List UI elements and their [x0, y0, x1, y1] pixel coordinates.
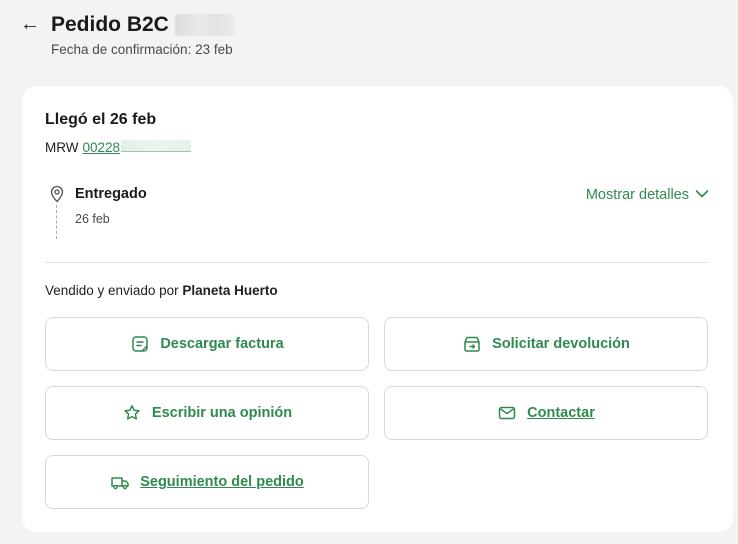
contact-button[interactable]: Contactar	[384, 386, 708, 440]
page-title: Pedido B2C	[51, 13, 169, 36]
chevron-down-icon	[695, 187, 709, 203]
carrier-row: MRW 00228	[45, 140, 192, 155]
back-button[interactable]: ←	[20, 12, 40, 36]
request-return-button[interactable]: Solicitar devolución	[384, 317, 708, 371]
confirmation-date: Fecha de confirmación: 23 feb	[51, 42, 233, 57]
delivery-truck-icon	[110, 472, 130, 492]
arrival-heading: Llegó el 26 feb	[45, 111, 157, 128]
timeline-line	[56, 205, 57, 239]
title-row: Pedido B2C	[51, 12, 235, 38]
redacted-order-number	[174, 14, 235, 36]
star-icon	[122, 403, 142, 423]
write-review-button[interactable]: Escribir una opinión	[45, 386, 369, 440]
seller-line: Vendido y enviado por Planeta Huerto	[45, 283, 278, 298]
request-return-label: Solicitar devolución	[492, 336, 630, 352]
seller-prefix: Vendido y enviado por	[45, 283, 179, 298]
seller-name: Planeta Huerto	[182, 283, 278, 298]
carrier-name: MRW	[45, 140, 79, 155]
show-details-label: Mostrar detalles	[585, 187, 689, 203]
track-order-label: Seguimiento del pedido	[140, 474, 304, 490]
envelope-icon	[497, 403, 517, 423]
show-details-toggle[interactable]: Mostrar detalles	[586, 187, 709, 203]
location-pin-icon	[49, 185, 65, 203]
download-invoice-button[interactable]: Descargar factura	[45, 317, 369, 371]
tracking-number-link[interactable]: 00228	[83, 140, 192, 155]
delivery-date: 26 feb	[75, 212, 110, 226]
redacted-tracking-suffix	[121, 140, 192, 152]
order-card: Llegó el 26 feb MRW 00228 Entregado 26 f…	[22, 86, 733, 532]
delivery-status: Entregado	[75, 186, 147, 202]
track-order-button[interactable]: Seguimiento del pedido	[45, 455, 369, 509]
divider	[45, 262, 709, 263]
return-box-icon	[462, 334, 482, 354]
write-review-label: Escribir una opinión	[151, 405, 293, 421]
receipt-icon	[130, 334, 150, 354]
contact-label: Contactar	[527, 405, 595, 421]
arrow-left-icon: ←	[20, 13, 40, 35]
download-invoice-label: Descargar factura	[160, 336, 284, 352]
